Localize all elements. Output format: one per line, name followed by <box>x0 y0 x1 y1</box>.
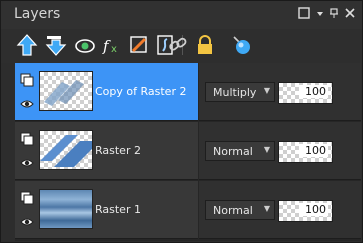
layer-row[interactable]: Copy of Raster 2 Multiply ▼ 100 <box>15 63 361 121</box>
layer-row-main[interactable]: Raster 2 <box>15 122 198 180</box>
layer-thumbnail <box>39 130 93 170</box>
chevron-down-icon: ▼ <box>263 204 270 213</box>
blend-mode-select[interactable]: Normal ▼ <box>205 141 275 161</box>
chevron-down-icon: ▼ <box>263 86 270 95</box>
layer-row-main[interactable]: Raster 1 <box>15 181 198 239</box>
layer-row-main[interactable]: Copy of Raster 2 <box>15 63 198 121</box>
effects-icon[interactable]: fx <box>101 34 123 56</box>
link-icon[interactable] <box>167 34 189 56</box>
layer-row-settings: Multiply ▼ 100 <box>199 63 361 121</box>
layer-thumbnail <box>39 189 93 229</box>
blend-mode-value: Multiply <box>213 86 257 99</box>
svg-text:x: x <box>111 44 117 55</box>
blend-mode-value: Normal <box>213 145 253 158</box>
opacity-value: 100 <box>299 203 328 216</box>
pin-icon[interactable] <box>329 7 339 22</box>
layer-row-settings: Normal ▼ 100 <box>199 181 361 239</box>
layer-row-settings: Normal ▼ 100 <box>199 122 361 180</box>
properties-icon[interactable] <box>231 34 253 56</box>
visibility-eye-icon[interactable] <box>20 214 34 228</box>
close-icon[interactable] <box>345 7 355 22</box>
adjustment-icon[interactable] <box>128 34 150 56</box>
title-bar: Layers <box>1 1 362 29</box>
opacity-field[interactable]: 100 <box>278 141 333 163</box>
panel-title: Layers <box>14 6 61 22</box>
layers-toolbar: fx <box>1 29 362 63</box>
layers-list: Copy of Raster 2 Multiply ▼ 100 Raster 2… <box>15 63 361 241</box>
float-window-icon[interactable] <box>298 7 310 22</box>
opacity-value: 100 <box>299 144 328 157</box>
blend-mode-value: Normal <box>213 204 253 217</box>
layer-row[interactable]: Raster 1 Normal ▼ 100 <box>15 181 361 239</box>
layer-name[interactable]: Raster 1 <box>95 203 141 216</box>
visibility-eye-icon[interactable] <box>20 155 34 169</box>
opacity-field[interactable]: 100 <box>278 82 333 104</box>
layers-panel: Layers fx Copy of Raster 2 Multiply ▼ 10… <box>0 0 363 243</box>
move-layer-down-icon[interactable] <box>45 34 67 56</box>
blend-mode-select[interactable]: Multiply ▼ <box>205 82 275 102</box>
layer-type-icon <box>20 72 34 87</box>
layer-row[interactable]: Raster 2 Normal ▼ 100 <box>15 122 361 180</box>
new-mask-layer-icon[interactable] <box>74 34 96 56</box>
opacity-field[interactable]: 100 <box>278 200 333 222</box>
move-layer-up-icon[interactable] <box>16 34 38 56</box>
layer-name[interactable]: Raster 2 <box>95 144 141 157</box>
chevron-down-icon: ▼ <box>263 145 270 154</box>
opacity-value: 100 <box>299 85 328 98</box>
visibility-eye-icon[interactable] <box>20 96 34 110</box>
lock-icon[interactable] <box>194 34 216 56</box>
layer-thumbnail <box>39 71 93 111</box>
layer-type-icon <box>20 131 34 146</box>
svg-text:f: f <box>102 37 111 55</box>
panel-menu-icon[interactable] <box>315 7 325 22</box>
layer-name[interactable]: Copy of Raster 2 <box>95 85 186 98</box>
blend-mode-select[interactable]: Normal ▼ <box>205 200 275 220</box>
layer-type-icon <box>20 190 34 205</box>
